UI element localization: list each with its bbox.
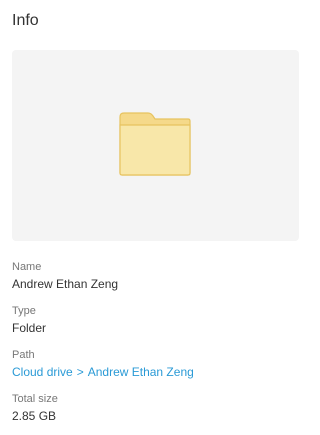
path-segment-folder[interactable]: Andrew Ethan Zeng [88,365,194,379]
path-label: Path [12,349,35,361]
name-label: Name [12,261,42,273]
total-size-label: Total size [12,393,58,405]
path-segment-cloud-drive[interactable]: Cloud drive [12,365,73,379]
total-size-value: 2.85 GB [12,409,57,423]
type-value: Folder [12,321,47,335]
panel-title: Info [12,12,39,29]
path-separator: > [76,365,84,379]
folder-preview [12,50,299,241]
info-panel: Info Name Andrew Ethan Zeng Type Folder … [0,0,306,435]
type-label: Type [12,305,36,317]
folder-icon [119,112,191,176]
name-value: Andrew Ethan Zeng [12,277,119,291]
path-breadcrumb: Cloud drive > Andrew Ethan Zeng [12,364,194,380]
